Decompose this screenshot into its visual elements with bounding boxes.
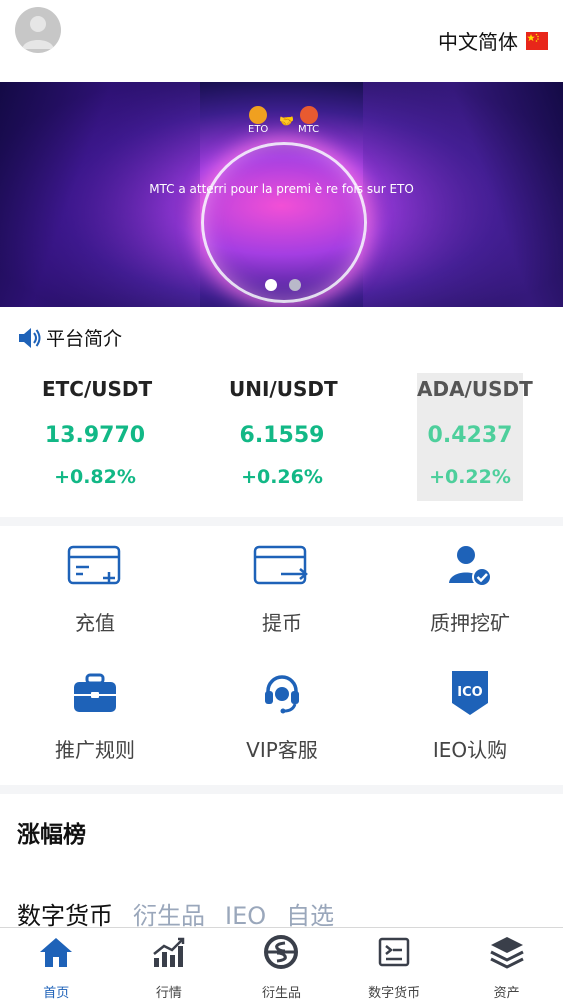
promo-banner-carousel[interactable]: ETO 🤝 MTC MTC a atterri pour la premi è … [0,82,563,307]
tab-favorites[interactable]: 自选 [286,896,334,931]
ticker-pair: UNI/USDT [229,377,338,401]
language-label: 中文简体 [438,30,518,54]
platform-intro-label: 平台简介 [46,328,123,350]
ticker-card[interactable]: UNI/USDT 6.1559 +0.26% [229,373,338,501]
nav-derivatives[interactable]: 衍生品 [225,928,338,1002]
avatar[interactable] [15,7,61,53]
ticker-price: 13.9770 [44,423,146,448]
nav-market-label: 行情 [155,986,182,1001]
speaker-icon [19,327,41,348]
handshake-icon: 🤝 [279,114,294,128]
vip-support-button[interactable]: VIP客服 [207,668,357,763]
nav-derivatives-label: 衍生品 [261,986,301,1001]
gainers-ranking-title: 涨幅榜 [17,822,86,848]
ticker-pair: ETC/USDT [42,377,153,401]
section-divider [0,785,563,794]
home-icon [39,934,73,970]
staking-mining-label: 质押挖矿 [430,611,510,635]
nav-digital-currency[interactable]: 数字货币 [338,928,451,1002]
tab-derivatives[interactable]: 衍生品 [133,896,205,931]
market-chart-icon [152,934,186,970]
derivatives-icon [263,934,299,970]
banner-headline: MTC a atterri pour la premi è re fois su… [149,182,414,196]
tab-digital-currency[interactable]: 数字货币 [17,896,113,931]
withdraw-button[interactable]: 提币 [207,541,357,636]
eto-logo: ETO [248,106,268,135]
ticker-card[interactable]: ADA/USDT 0.4237 +0.22% [417,373,533,501]
ticker-card[interactable]: ETC/USDT 13.9770 +0.82% [42,373,153,501]
language-switcher[interactable]: 中文简体 [438,26,548,55]
ieo-subscribe-label: IEO认购 [432,738,508,762]
svg-text:ICO: ICO [457,685,482,700]
withdraw-card-icon [207,541,357,591]
recharge-button[interactable]: 充值 [20,541,170,636]
staking-mining-button[interactable]: 质押挖矿 [395,541,545,636]
nav-digital-currency-label: 数字货币 [368,986,421,1001]
banner-glow-ring [201,142,367,303]
ticker-price: 6.1559 [239,423,325,448]
briefcase-icon [20,668,170,718]
promotion-rules-label: 推广规则 [55,738,135,762]
vip-support-label: VIP客服 [246,738,318,762]
carousel-dot-active[interactable] [265,279,277,291]
ticker-price: 0.4237 [427,423,513,448]
ranking-tabs: 数字货币 衍生品 IEO 自选 [17,896,334,931]
nav-assets[interactable]: 资产 [450,928,563,1002]
staking-user-icon [395,541,545,591]
withdraw-label: 提币 [262,611,302,635]
assets-layers-icon [489,934,525,970]
nav-assets-label: 资产 [493,986,520,1001]
ticker-change: +0.82% [54,466,136,488]
promotion-rules-button[interactable]: 推广规则 [20,668,170,763]
ticker-pair: ADA/USDT [417,377,533,401]
digital-currency-icon [378,934,410,970]
recharge-label: 充值 [75,611,115,635]
mtc-logo: MTC [298,106,319,135]
nav-home-label: 首页 [43,986,70,1001]
recharge-card-icon [20,541,170,591]
ieo-subscribe-button[interactable]: ICO IEO认购 [395,668,545,763]
platform-intro[interactable]: 平台简介 [17,324,122,351]
ticker-change: +0.22% [429,466,511,488]
tab-ieo[interactable]: IEO [225,902,266,930]
section-divider [0,517,563,526]
nav-home[interactable]: 首页 [0,928,113,1002]
user-silhouette-icon [22,16,54,49]
nav-market[interactable]: 行情 [113,928,226,1002]
ticker-change: +0.26% [241,466,323,488]
ico-badge-icon: ICO [395,668,545,718]
carousel-dot[interactable] [289,279,301,291]
headset-icon [207,668,357,718]
china-flag-icon [526,31,548,50]
bottom-navigation: 首页 行情 衍生品 数字货币 资产 [0,927,563,1002]
